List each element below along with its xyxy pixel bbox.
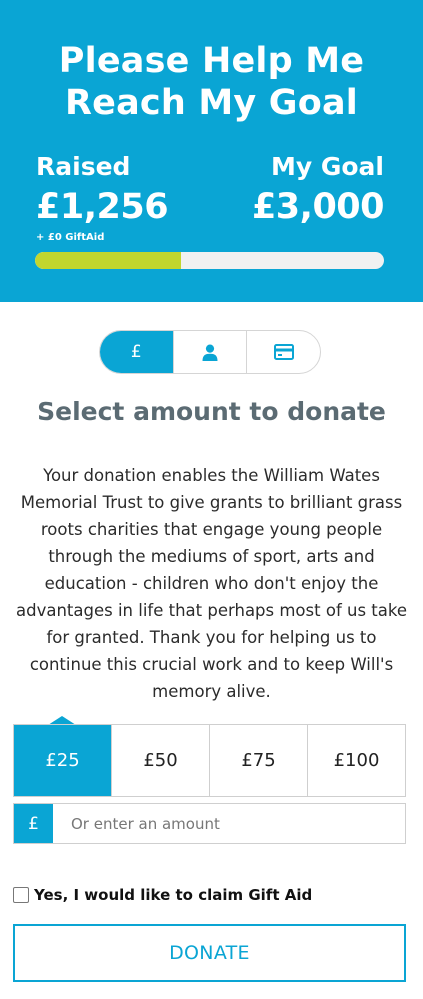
amount-option-100[interactable]: £100 [308,725,405,796]
giftaid-checkbox[interactable] [13,887,29,903]
goal-label: My Goal [270,152,384,181]
donation-description: Your donation enables the William Wates … [15,466,407,701]
step-amount-tab[interactable]: £ [100,331,174,373]
currency-symbol: £ [14,804,53,843]
progress-bar [35,252,384,269]
donation-steps: £ [99,330,321,374]
page-title: Please Help Me Reach My Goal [0,40,423,124]
title-line-1: Please Help Me [58,41,365,81]
section-heading: Select amount to donate [37,397,386,426]
amount-options: £25 £50 £75 £100 [13,724,406,797]
custom-amount-input[interactable] [53,804,405,843]
user-icon [202,344,218,361]
donate-button[interactable]: DONATE [13,924,406,982]
goal-amount: £3,000 [251,187,385,227]
amount-option-75[interactable]: £75 [210,725,308,796]
step-details-tab[interactable] [174,331,248,373]
giftaid-option[interactable]: Yes, I would like to claim Gift Aid [13,886,312,904]
header-panel: Please Help Me Reach My Goal Raised £1,2… [0,0,423,302]
amount-option-50[interactable]: £50 [112,725,210,796]
amount-option-25[interactable]: £25 [14,725,112,796]
raised-label: Raised [36,152,131,181]
progress-fill [35,252,182,269]
step-payment-tab[interactable] [247,331,320,373]
giftaid-label: Yes, I would like to claim Gift Aid [34,886,313,904]
credit-card-icon [273,344,294,360]
custom-amount-field: £ [13,803,406,844]
giftaid-amount: + £0 GiftAid [36,232,105,243]
title-line-2: Reach My Goal [65,83,358,123]
pound-icon: £ [130,342,142,362]
raised-amount: £1,256 [36,187,169,227]
